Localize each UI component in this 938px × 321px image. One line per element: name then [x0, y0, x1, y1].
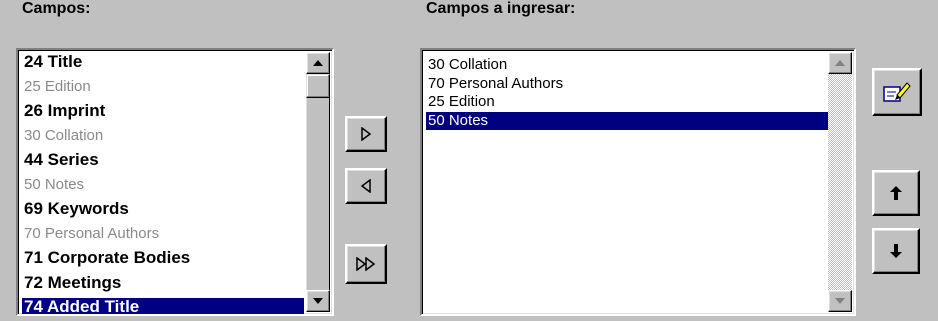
campos-list-item[interactable]: 26 Imprint — [24, 102, 105, 120]
scroll-down-button[interactable] — [306, 290, 330, 312]
scroll-down-icon — [835, 298, 845, 304]
scroll-down-button-right[interactable] — [828, 290, 852, 312]
campos-list-item[interactable]: 72 Meetings — [24, 273, 121, 292]
add-all-button[interactable] — [345, 244, 387, 284]
campos-a-ingresar-label: Campos a ingresar: — [426, 0, 576, 17]
up-arrow-icon — [890, 186, 902, 200]
campos-list-item[interactable]: 50 Notes — [24, 176, 84, 194]
campos-a-ingresar-list-item[interactable]: 25 Edition — [428, 93, 495, 111]
campos-list-item[interactable]: 24 Title — [24, 53, 82, 71]
scroll-up-icon — [313, 60, 323, 66]
scroll-thumb[interactable] — [306, 74, 330, 98]
campos-list-item[interactable]: 30 Collation — [24, 127, 103, 145]
scroll-up-button-right[interactable] — [828, 52, 852, 74]
campos-list-item[interactable]: 69 Keywords — [24, 200, 129, 218]
campos-list-item[interactable]: 71 Corporate Bodies — [24, 249, 190, 267]
campos-list-items: 24 Title 25 Edition 26 Imprint 30 Collation… — [18, 50, 332, 314]
campos-listbox[interactable]: 24 Title 25 Edition 26 Imprint 30 Collation… — [16, 48, 334, 316]
down-arrow-icon — [890, 244, 902, 258]
add-button[interactable] — [345, 116, 387, 152]
campos-a-ingresar-list-items: 30 Collation 70 Personal Authors 25 Editio… — [422, 50, 854, 314]
campos-list-item[interactable]: 74 Added Title — [22, 298, 304, 314]
campos-a-ingresar-listbox[interactable]: 30 Collation 70 Personal Authors 25 Editio… — [420, 48, 856, 316]
move-down-button[interactable] — [872, 228, 920, 274]
campos-list-item[interactable]: 70 Personal Authors — [24, 225, 159, 243]
move-up-button[interactable] — [872, 170, 920, 216]
scroll-up-icon — [835, 60, 845, 66]
scroll-up-button[interactable] — [306, 52, 330, 74]
scroll-thumb-body[interactable] — [306, 98, 330, 294]
edit-button[interactable] — [872, 68, 922, 116]
add-all-arrow-icon — [356, 257, 376, 271]
campos-label: Campos: — [22, 0, 91, 17]
campos-a-ingresar-list-item[interactable]: 30 Collation — [428, 56, 507, 74]
add-arrow-icon — [361, 127, 371, 141]
remove-button[interactable] — [345, 168, 387, 204]
campos-a-ingresar-list-item[interactable]: 70 Personal Authors — [428, 75, 563, 93]
campos-a-ingresar-list-item[interactable]: 50 Notes — [426, 111, 828, 130]
campos-scrollbar[interactable] — [306, 52, 330, 312]
campos-list-item[interactable]: 25 Edition — [24, 78, 91, 96]
campos-list-item[interactable]: 44 Series — [24, 151, 99, 169]
remove-arrow-icon — [361, 179, 371, 193]
campos-a-ingresar-scrollbar[interactable] — [828, 52, 852, 312]
scroll-down-icon — [313, 298, 323, 304]
edit-pencil-icon — [883, 82, 911, 102]
